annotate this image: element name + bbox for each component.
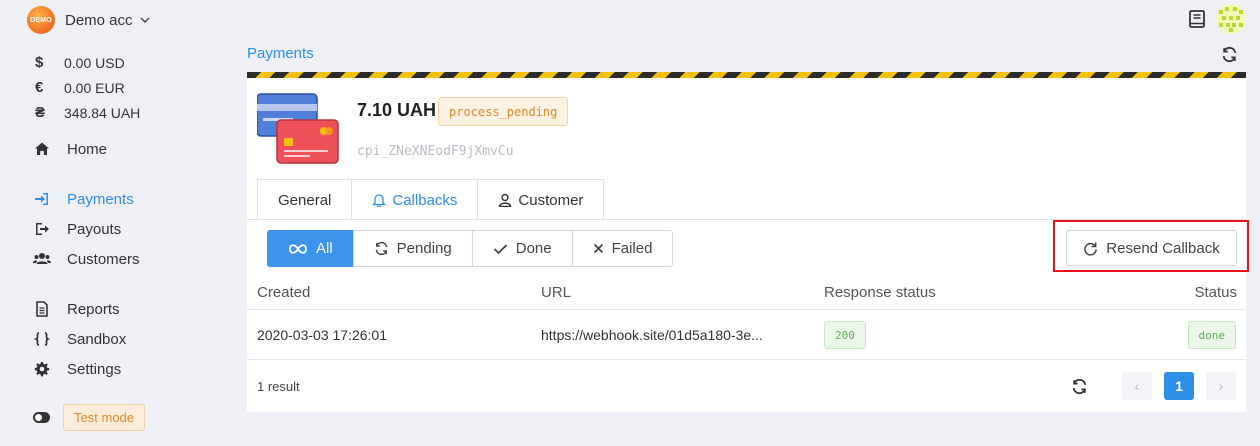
filter-label: Failed <box>611 240 653 257</box>
page-title[interactable]: Payments <box>247 45 314 62</box>
header-status: Status <box>1194 284 1237 301</box>
resend-label: Resend Callback <box>1106 239 1220 257</box>
sidebar-item-payments[interactable]: Payments <box>33 187 134 211</box>
dollar-icon: $ <box>35 54 44 71</box>
sidebar-item-label: Reports <box>67 300 120 318</box>
balances: $ 0.00 USD € 0.00 EUR ₴ 348.84 UAH <box>33 50 140 125</box>
top-right-actions <box>1187 4 1246 34</box>
pagination: ‹ 1 › <box>1071 372 1236 400</box>
sidebar-item-payouts[interactable]: Payouts <box>33 217 121 241</box>
sidebar-item-label: Settings <box>67 360 122 378</box>
gear-icon <box>33 360 51 378</box>
balance-usd: $ 0.00 USD <box>33 50 140 75</box>
header-url: URL <box>541 284 572 301</box>
result-count: 1 result <box>257 379 300 394</box>
payment-id: cpi_ZNeXNEodF9jXmvCu <box>357 144 514 159</box>
balance-amount: 348.84 UAH <box>64 104 141 121</box>
header-response-status: Response status <box>824 284 936 301</box>
next-page-button[interactable]: › <box>1206 372 1236 400</box>
bell-icon <box>372 194 387 207</box>
balance-amount: 0.00 EUR <box>64 79 125 96</box>
page-button-current[interactable]: 1 <box>1164 372 1194 400</box>
tabs: General Callbacks Customer <box>257 179 605 220</box>
account-name: Demo acc <box>65 11 133 29</box>
users-icon <box>33 250 51 268</box>
infinity-icon <box>289 243 307 254</box>
check-icon <box>493 243 507 254</box>
tab-customer[interactable]: Customer <box>477 179 605 220</box>
close-icon <box>593 243 603 254</box>
filter-label: Done <box>515 240 552 257</box>
braces-icon <box>33 330 51 348</box>
user-icon <box>499 193 512 207</box>
status-badge: done <box>1187 321 1236 349</box>
sidebar-item-label: Payments <box>67 190 134 208</box>
sidebar-item-label: Customers <box>67 250 140 268</box>
tab-label: General <box>278 191 332 209</box>
sidebar-item-home[interactable]: Home <box>33 137 107 161</box>
test-mode-badge: Test mode <box>63 404 145 431</box>
credit-cards-icon <box>257 93 339 164</box>
sign-in-icon <box>33 190 51 208</box>
demo-logo: DEMO <box>27 6 55 34</box>
account-switcher[interactable]: DEMO Demo acc <box>27 6 151 34</box>
sidebar-item-label: Payouts <box>67 220 122 238</box>
sidebar-item-sandbox[interactable]: Sandbox <box>33 327 126 351</box>
tab-label: Customer <box>518 191 584 209</box>
refresh-icon[interactable] <box>1071 378 1088 395</box>
sidebar-item-reports[interactable]: Reports <box>33 297 120 321</box>
euro-icon: € <box>35 79 44 96</box>
response-code-badge: 200 <box>824 321 866 349</box>
home-icon <box>33 140 51 158</box>
test-mode-stripe <box>247 72 1246 78</box>
balance-amount: 0.00 USD <box>64 54 125 71</box>
table-row[interactable]: 2020-03-03 17:26:01 https://webhook.site… <box>247 311 1246 360</box>
filter-all[interactable]: All <box>267 230 354 267</box>
header-created: Created <box>257 284 311 301</box>
redo-icon <box>1084 241 1098 256</box>
sync-icon <box>375 241 388 256</box>
sidebar-item-label: Home <box>67 140 108 158</box>
payment-card: 7.10 UAH process_pending cpi_ZNeXNEodF9j… <box>247 72 1249 412</box>
sidebar-item-settings[interactable]: Settings <box>33 357 121 381</box>
sign-out-icon <box>33 220 51 238</box>
refresh-icon[interactable] <box>1221 46 1238 63</box>
balance-uah: ₴ 348.84 UAH <box>33 100 140 125</box>
filter-done[interactable]: Done <box>471 230 573 267</box>
test-mode: Test mode <box>33 404 145 431</box>
tab-callbacks[interactable]: Callbacks <box>351 179 479 220</box>
filter-label: Pending <box>396 240 452 257</box>
filter-failed[interactable]: Failed <box>571 230 674 267</box>
filter-pending[interactable]: Pending <box>352 230 473 267</box>
sidebar-item-customers[interactable]: Customers <box>33 247 140 271</box>
tab-label: Callbacks <box>392 191 458 209</box>
filter-label: All <box>316 240 333 257</box>
table-header: Created URL Response status Status <box>247 276 1246 310</box>
avatar[interactable] <box>1216 4 1246 34</box>
hryvnia-icon: ₴ <box>35 104 46 121</box>
cell-created: 2020-03-03 17:26:01 <box>257 327 387 343</box>
book-icon[interactable] <box>1187 9 1207 29</box>
chevron-down-icon <box>140 17 150 23</box>
test-mode-toggle[interactable] <box>33 412 50 423</box>
status-badge: process_pending <box>438 97 569 126</box>
sidebar-item-label: Sandbox <box>67 330 127 348</box>
prev-page-button[interactable]: ‹ <box>1122 372 1152 400</box>
tab-general[interactable]: General <box>257 179 353 220</box>
resend-callback-button[interactable]: Resend Callback <box>1066 230 1237 266</box>
callback-filters: All Pending Done Failed <box>267 230 674 267</box>
cell-url: https://webhook.site/01d5a180-3e... <box>541 327 763 343</box>
payment-amount: 7.10 UAH <box>357 100 437 120</box>
file-icon <box>33 300 51 318</box>
balance-eur: € 0.00 EUR <box>33 75 140 100</box>
